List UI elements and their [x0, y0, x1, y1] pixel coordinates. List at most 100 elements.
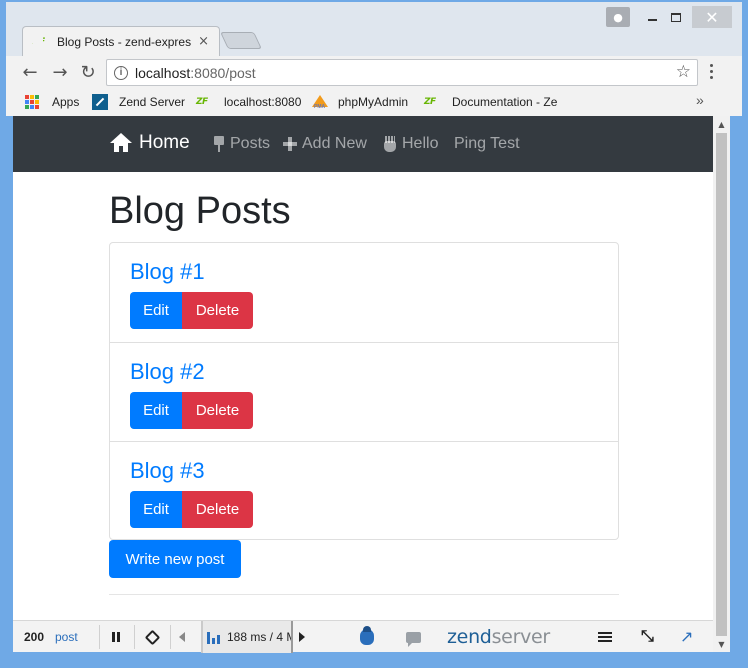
hamburger-icon [598, 632, 612, 642]
new-tab-button[interactable] [220, 32, 262, 49]
bookmark-documentation[interactable]: ZF Documentation - Ze [424, 93, 562, 111]
delete-button[interactable]: Delete [182, 491, 253, 528]
bar-chart-icon [207, 630, 220, 644]
post-actions: Edit Delete [130, 491, 253, 528]
edit-button[interactable]: Edit [130, 292, 182, 329]
bookmark-label: Documentation - Ze [452, 95, 558, 109]
info-icon[interactable]: i [114, 65, 128, 80]
nav-posts-link[interactable]: Posts [213, 135, 270, 153]
chevron-right-icon [299, 632, 305, 642]
menu-button[interactable] [598, 621, 612, 653]
divider [109, 594, 619, 595]
hand-icon [383, 136, 397, 152]
minimize-icon [647, 19, 657, 21]
bookmark-label: Apps [52, 95, 80, 109]
brand-label: Home [139, 132, 190, 153]
bookmarks-overflow-icon[interactable]: » [696, 92, 704, 108]
plus-icon [283, 137, 297, 151]
list-item: Blog #2 Edit Delete [110, 342, 618, 441]
request-path-link[interactable]: post [55, 621, 78, 653]
close-icon: ✕ [705, 7, 719, 27]
vertical-scrollbar[interactable]: ▲ ▼ [713, 116, 730, 652]
notifications-button[interactable] [406, 621, 421, 653]
bookmark-phpmyadmin[interactable]: PMA phpMyAdmin [312, 93, 408, 111]
zend-framework-icon: ZF [33, 36, 45, 47]
nav-ping-test-link[interactable]: Ping Test [454, 135, 520, 153]
edit-button[interactable]: Edit [130, 491, 182, 528]
profile-button[interactable]: ● [606, 7, 630, 27]
post-title-link[interactable]: Blog #1 [130, 259, 205, 285]
pin-icon [213, 136, 225, 152]
scroll-down-icon[interactable]: ▼ [713, 636, 730, 652]
edit-button[interactable]: Edit [130, 392, 182, 429]
nav-link-label: Hello [402, 135, 439, 152]
minimize-button[interactable] [640, 6, 664, 28]
post-actions: Edit Delete [130, 292, 253, 329]
scroll-up-icon[interactable]: ▲ [713, 116, 730, 132]
open-external-button[interactable]: ↗ [680, 621, 693, 653]
tab-close-icon[interactable]: × [198, 34, 209, 49]
url-host: localhost [135, 64, 191, 81]
status-code: 200 [24, 630, 45, 644]
pause-button[interactable] [112, 621, 120, 653]
url-path: :8080/post [190, 64, 256, 81]
nav-link-label: Posts [230, 135, 271, 152]
scroll-thumb[interactable] [716, 133, 727, 636]
minimize-bar-button[interactable]: ⤡ [641, 621, 654, 653]
site-navbar: Home Posts Add New Hello Ping Test [13, 116, 713, 172]
browser-menu-icon[interactable] [708, 64, 714, 79]
page-title: Blog Posts [109, 190, 291, 232]
pause-icon [112, 632, 120, 642]
forward-button[interactable]: → [48, 60, 72, 84]
chat-icon [406, 631, 421, 647]
zend-framework-icon: ZF [424, 97, 436, 107]
bookmark-localhost[interactable]: ZF localhost:8080 [196, 93, 301, 111]
debugger-button[interactable] [360, 621, 374, 653]
home-icon [109, 133, 133, 153]
tab-title: Blog Posts - zend-expres [57, 34, 192, 49]
post-list: Blog #1 Edit Delete Blog #2 Edit Delete … [109, 242, 619, 540]
zend-debug-bar: 200 post 188 ms / 4 M zendserver ⤡ ↗ [13, 620, 713, 653]
bookmark-apps[interactable]: Apps [25, 93, 79, 111]
eraser-icon [144, 629, 161, 645]
delete-button[interactable]: Delete [182, 392, 253, 429]
apps-grid-icon [25, 95, 39, 109]
post-title-link[interactable]: Blog #2 [130, 359, 205, 385]
tab-blog-posts[interactable]: ZF Blog Posts - zend-expres × [22, 26, 220, 56]
divider [170, 625, 171, 649]
delete-button[interactable]: Delete [182, 292, 253, 329]
back-button[interactable]: ← [18, 60, 42, 84]
bookmark-label: localhost:8080 [224, 95, 302, 109]
prev-request-button[interactable] [179, 621, 185, 653]
nav-hello-link[interactable]: Hello [383, 135, 438, 153]
compress-icon: ⤡ [641, 628, 654, 645]
browser-window: ● ✕ ZF Blog Posts - zend-expres × ← → ↻ … [0, 0, 748, 668]
zend-server-logo: zendserver [447, 626, 550, 648]
bookmark-label: phpMyAdmin [338, 95, 409, 109]
maximize-icon [671, 12, 681, 22]
request-metrics[interactable]: 188 ms / 4 M [201, 621, 293, 653]
close-window-button[interactable]: ✕ [692, 6, 732, 28]
reload-icon: ↻ [80, 61, 96, 83]
zend-server-icon [92, 94, 108, 110]
bookmark-zend-server[interactable]: Zend Server [92, 93, 185, 111]
external-link-icon: ↗ [680, 629, 694, 646]
clear-button[interactable] [144, 621, 161, 653]
nav-home-link[interactable]: Home [109, 132, 190, 154]
write-new-post-button[interactable]: Write new post [109, 540, 241, 578]
metric-value: 188 ms / 4 M [227, 630, 293, 644]
arrow-left-icon: ← [22, 61, 38, 83]
nav-add-new-link[interactable]: Add New [283, 135, 367, 153]
maximize-button[interactable] [664, 6, 688, 28]
phpmyadmin-icon: PMA [312, 95, 328, 110]
bookmark-star-icon[interactable]: ☆ [676, 62, 691, 82]
arrow-right-icon: → [52, 61, 68, 83]
address-bar[interactable]: i localhost:8080/post ☆ [106, 59, 698, 86]
bookmarks-bar: Apps Zend Server ZF localhost:8080 PMA p… [6, 88, 742, 116]
list-item: Blog #1 Edit Delete [110, 243, 618, 342]
next-request-button[interactable] [299, 621, 305, 653]
post-title-link[interactable]: Blog #3 [130, 458, 205, 484]
divider [134, 625, 135, 649]
zend-framework-icon: ZF [196, 97, 208, 107]
reload-button[interactable]: ↻ [76, 60, 100, 84]
